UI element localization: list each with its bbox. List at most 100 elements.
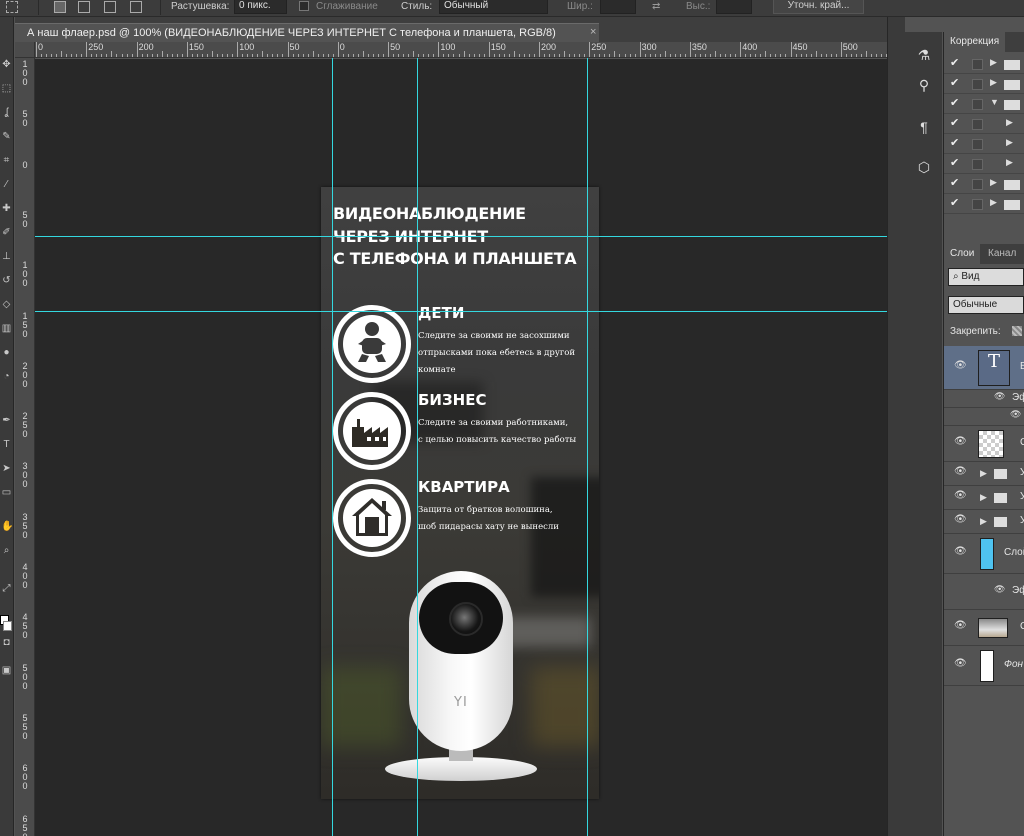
adjustment-toggle[interactable] (972, 139, 983, 150)
layer-row[interactable]: 👁 Слой (944, 534, 1024, 574)
checkmark-icon[interactable]: ✔ (950, 136, 959, 149)
adjustment-toggle[interactable] (972, 199, 983, 210)
brush-tool-icon[interactable]: ✐ (1, 227, 12, 238)
antialias-checkbox[interactable] (299, 1, 309, 11)
flyer-document[interactable]: ВИДЕОНАБЛЮДЕНИЕ ЧЕРЕЗ ИНТЕРНЕТ С ТЕЛЕФОН… (321, 187, 599, 799)
layer-row[interactable]: 👁 (944, 408, 1024, 426)
adjustment-row[interactable]: ✔ ▶ (944, 194, 1024, 214)
effect-visibility-icon[interactable]: 👁 (994, 584, 1005, 595)
hand-tool-icon[interactable]: ✋ (1, 521, 13, 532)
expand-arrow-icon[interactable]: ▶ (990, 177, 997, 188)
eyedropper-tool-icon[interactable]: ⁄ (1, 179, 12, 190)
canvas-workspace[interactable]: ВИДЕОНАБЛЮДЕНИЕ ЧЕРЕЗ ИНТЕРНЕТ С ТЕЛЕФОН… (35, 59, 887, 836)
layer-row[interactable]: 👁 Эф (944, 574, 1024, 610)
layer-row[interactable]: 👁 ▶ У (944, 462, 1024, 486)
crop-tool-icon[interactable]: ⌗ (1, 155, 12, 166)
shape-tool-icon[interactable]: ▭ (1, 487, 12, 498)
new-selection-icon[interactable] (54, 1, 66, 13)
history-brush-icon[interactable]: ↺ (1, 275, 12, 286)
expand-arrow-icon[interactable]: ▶ (990, 77, 997, 88)
tab-adjustments[interactable]: Коррекция (944, 32, 1006, 52)
swap-dimensions-icon[interactable]: ⇄ (652, 0, 660, 16)
layer-row[interactable]: 👁 Фон (944, 646, 1024, 686)
width-input[interactable] (600, 0, 636, 14)
stamp-tool-icon[interactable]: ⊥ (1, 251, 12, 262)
adjustment-row[interactable]: ✔ ▶ (944, 174, 1024, 194)
feather-input[interactable]: 0 пикс. (234, 0, 287, 14)
adjustment-toggle[interactable] (972, 159, 983, 170)
path-select-tool-icon[interactable]: ➤ (1, 463, 12, 474)
style-select[interactable]: Обычный (439, 0, 548, 14)
panel-collapse-strip[interactable] (887, 17, 905, 836)
guide-horizontal[interactable] (35, 311, 887, 312)
swap-colors-icon[interactable]: ⤢ (1, 583, 12, 594)
visibility-eye-icon[interactable]: 👁 (954, 436, 967, 447)
adjustment-toggle[interactable] (972, 59, 983, 70)
quick-mask-icon[interactable]: ◘ (1, 637, 12, 648)
checkmark-icon[interactable]: ✔ (950, 56, 959, 69)
expand-arrow-icon[interactable]: ▼ (990, 97, 999, 107)
visibility-eye-icon[interactable]: 👁 (954, 658, 967, 669)
tab-channels[interactable]: Канал (982, 244, 1022, 264)
layer-row[interactable]: 👁 ▶ У (944, 486, 1024, 510)
clone-source-icon[interactable]: ⚲ (913, 74, 935, 96)
adjustment-toggle[interactable] (972, 179, 983, 190)
guide-vertical[interactable] (332, 58, 333, 836)
height-input[interactable] (716, 0, 752, 14)
adjustment-toggle[interactable] (972, 79, 983, 90)
adjustment-toggle[interactable] (972, 119, 983, 130)
subtract-selection-icon[interactable] (104, 1, 116, 13)
add-selection-icon[interactable] (78, 1, 90, 13)
expand-arrow-icon[interactable]: ▶ (990, 57, 997, 68)
adjustment-row[interactable]: ✔ ▶ (944, 54, 1024, 74)
visibility-eye-icon[interactable]: 👁 (954, 620, 967, 631)
checkmark-icon[interactable]: ✔ (950, 196, 959, 209)
vertical-ruler[interactable]: 1 0 0 5 0 0 5 0 1 0 0 1 5 0 2 0 0 2 5 0 3 0 0 3 5… (15, 58, 35, 836)
quick-select-tool-icon[interactable]: ✎ (1, 131, 12, 142)
expand-arrow-icon[interactable]: ▶ (980, 492, 987, 503)
checkmark-icon[interactable]: ✔ (950, 116, 959, 129)
adjustment-row[interactable]: ✔ ▶ (944, 154, 1024, 174)
adjustment-toggle[interactable] (972, 99, 983, 110)
type-tool-icon[interactable]: T (1, 439, 12, 450)
eraser-tool-icon[interactable]: ◇ (1, 299, 12, 310)
adjustment-row[interactable]: ✔ ▶ (944, 134, 1024, 154)
guide-vertical[interactable] (417, 58, 418, 836)
effect-visibility-icon[interactable]: 👁 (994, 391, 1005, 402)
brush-presets-icon[interactable]: ⚗ (913, 44, 935, 66)
dodge-tool-icon[interactable]: ◔ (1, 371, 12, 382)
horizontal-ruler[interactable]: 0 250 200 150 100 50 0 50 100 150 200 250 300 350 400 4… (35, 42, 887, 58)
layer-filter-select[interactable]: ⌕ Вид (948, 268, 1024, 286)
expand-arrow-icon[interactable]: ▶ (980, 468, 987, 479)
refine-edge-button[interactable]: Уточн. край... (773, 0, 864, 14)
visibility-eye-icon[interactable]: 👁 (954, 546, 967, 557)
ruler-origin[interactable] (15, 42, 35, 58)
gradient-tool-icon[interactable]: ▥ (1, 323, 12, 334)
layer-row[interactable]: 👁 С (944, 426, 1024, 462)
checkmark-icon[interactable]: ✔ (950, 176, 959, 189)
visibility-eye-icon[interactable]: 👁 (954, 466, 967, 477)
adjustment-row[interactable]: ✔ ▶ (944, 114, 1024, 134)
expand-arrow-icon[interactable]: ▶ (980, 516, 987, 527)
healing-tool-icon[interactable]: ✚ (1, 203, 12, 214)
expand-arrow-icon[interactable]: ▶ (1006, 117, 1013, 128)
layer-row[interactable]: 👁 ▶ У (944, 510, 1024, 534)
pen-tool-icon[interactable]: ✒ (1, 415, 12, 426)
layer-row[interactable]: 👁 T В (944, 346, 1024, 390)
document-tab[interactable]: А наш флаер.psd @ 100% (ВИДЕОНАБЛЮДЕНИЕ … (15, 23, 599, 42)
checkmark-icon[interactable]: ✔ (950, 76, 959, 89)
move-tool-icon[interactable]: ✥ (1, 59, 12, 70)
3d-icon[interactable]: ⬡ (913, 156, 935, 178)
guide-vertical[interactable] (587, 58, 588, 836)
paragraph-styles-icon[interactable]: ¶ (913, 116, 935, 138)
checkmark-icon[interactable]: ✔ (950, 96, 959, 109)
expand-arrow-icon[interactable]: ▶ (990, 197, 997, 208)
adjustment-row[interactable]: ✔ ▼ (944, 94, 1024, 114)
blur-tool-icon[interactable]: ● (1, 347, 12, 358)
layer-row[interactable]: 👁 Эф (944, 390, 1024, 408)
adjustment-row[interactable]: ✔ ▶ (944, 74, 1024, 94)
lasso-tool-icon[interactable]: ʆ (1, 107, 12, 118)
layer-row[interactable]: 👁 С (944, 610, 1024, 646)
zoom-tool-icon[interactable]: ⌕ (1, 545, 12, 556)
guide-horizontal[interactable] (35, 236, 887, 237)
